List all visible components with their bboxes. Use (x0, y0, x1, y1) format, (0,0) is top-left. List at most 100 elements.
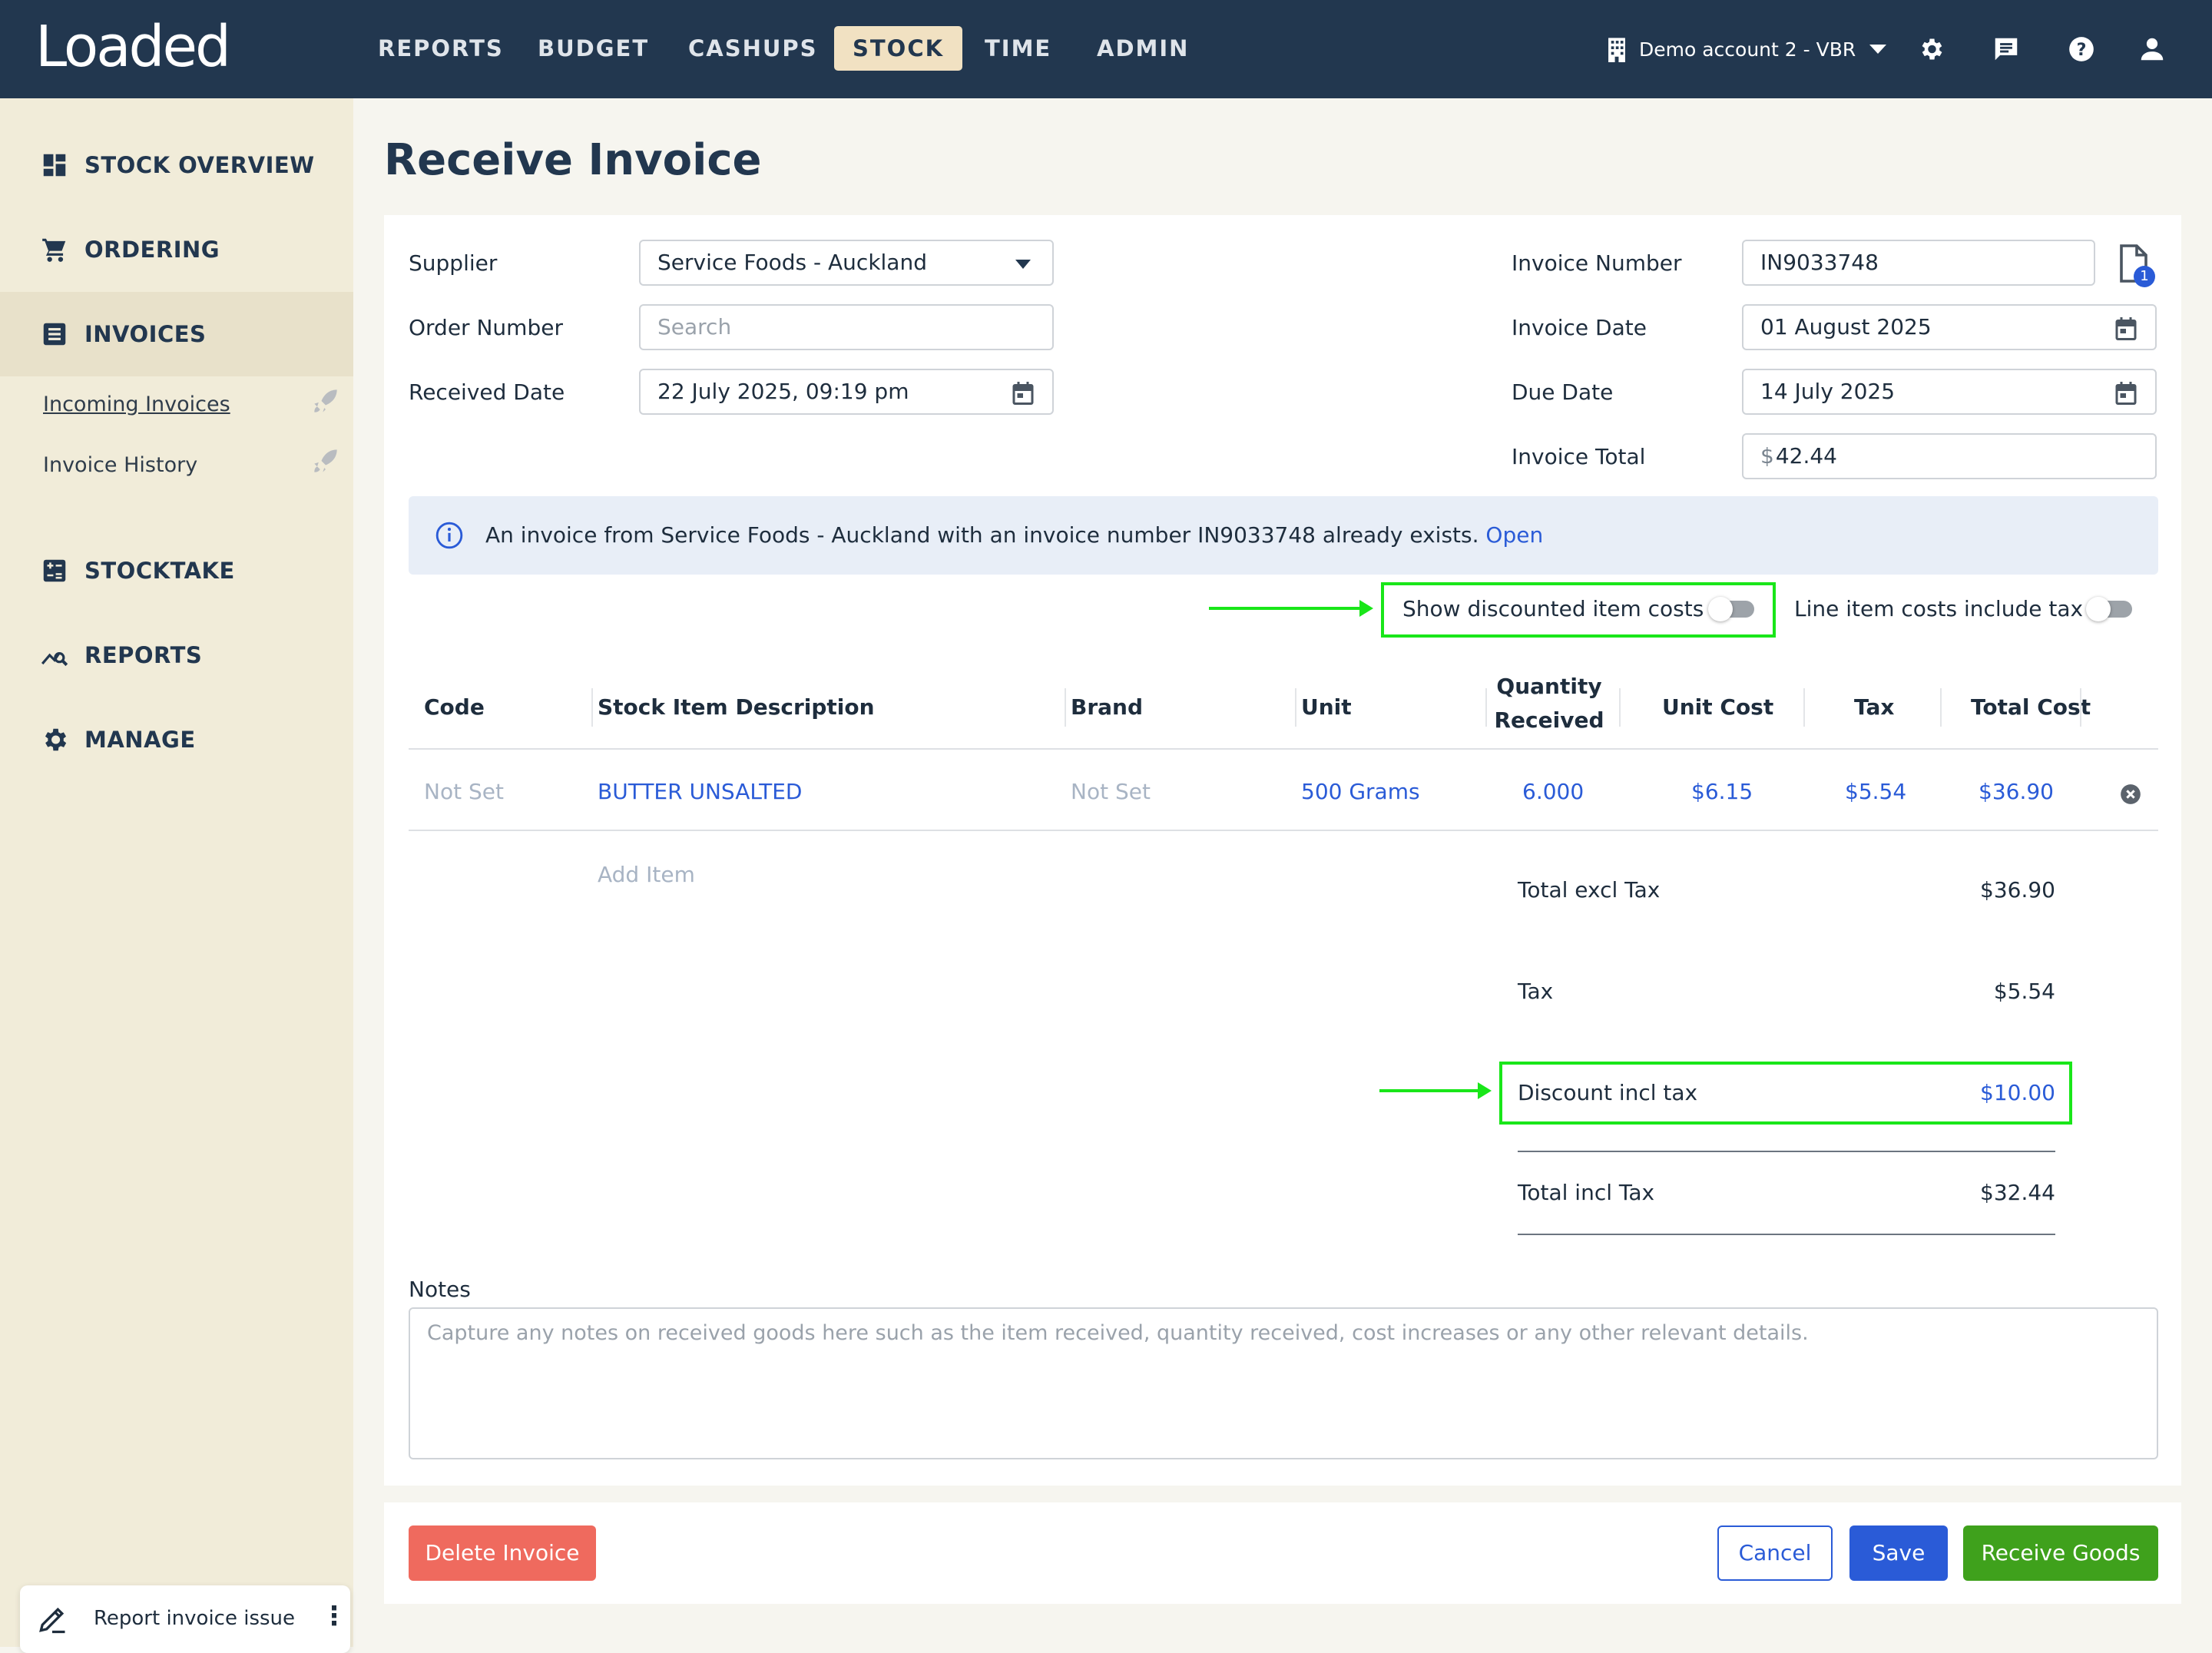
sidebar-subitem-incoming-invoices[interactable]: Incoming Invoices (43, 393, 230, 416)
column-divider (1065, 688, 1066, 727)
nav-cashups[interactable]: CASHUPS (670, 26, 836, 71)
dashboard-icon (43, 154, 66, 177)
row-code[interactable]: Not Set (424, 779, 504, 804)
row-unit-cost[interactable]: $6.15 (1691, 779, 1753, 804)
sidebar-item-label: STOCK OVERVIEW (84, 152, 315, 178)
chat-icon[interactable] (1988, 31, 2025, 68)
nav-admin[interactable]: ADMIN (1078, 26, 1207, 71)
gear-icon[interactable] (1912, 31, 1949, 68)
toggle-knob (2086, 597, 2111, 621)
invoice-list-icon (43, 323, 66, 346)
invoice-number-input[interactable]: IN9033748 (1742, 240, 2095, 286)
column-header-description: Stock Item Description (598, 694, 875, 720)
sidebar-item-label: MANAGE (84, 727, 196, 753)
discount-incl-tax-value[interactable]: $10.00 (1905, 1080, 2055, 1105)
row-quantity[interactable]: 6.000 (1522, 779, 1584, 804)
sidebar-item-reports[interactable]: REPORTS (0, 613, 353, 697)
total-excl-tax-value: $36.90 (1980, 877, 2055, 903)
row-tax[interactable]: $5.54 (1845, 779, 1906, 804)
sidebar-item-label: INVOICES (84, 321, 207, 347)
row-brand[interactable]: Not Set (1071, 779, 1151, 804)
rocket-icon (314, 449, 337, 472)
account-switcher[interactable]: Demo account 2 - VBR (1605, 32, 1888, 66)
column-header-total-cost: Total Cost (1971, 694, 2091, 720)
chevron-down-icon (1015, 260, 1031, 269)
cart-icon (42, 238, 66, 262)
calendar-icon[interactable] (2112, 315, 2140, 343)
sidebar-subitem-invoice-history[interactable]: Invoice History (43, 453, 197, 477)
banner-open-link[interactable]: Open (1485, 522, 1543, 548)
rocket-icon (314, 389, 337, 412)
sidebar-item-invoices[interactable]: INVOICES (0, 292, 353, 376)
nav-stock[interactable]: STOCK (834, 26, 963, 71)
calendar-icon[interactable] (2112, 379, 2140, 407)
invoice-total-value: 42.44 (1775, 443, 1837, 469)
app-logo[interactable]: Loaded (35, 14, 231, 80)
tax-label: Tax (1518, 979, 1554, 1004)
notes-textarea[interactable]: Capture any notes on received goods here… (409, 1307, 2158, 1459)
received-date-input[interactable]: 22 July 2025, 09:19 pm (639, 369, 1054, 415)
cancel-button[interactable]: Cancel (1717, 1525, 1833, 1581)
row-unit[interactable]: 500 Grams (1301, 779, 1420, 804)
sidebar-item-ordering[interactable]: ORDERING (0, 207, 353, 292)
user-icon[interactable] (2134, 31, 2171, 68)
report-invoice-issue-widget[interactable]: Report invoice issue ⋮ (20, 1585, 350, 1653)
column-header-tax: Tax (1854, 694, 1895, 720)
delete-invoice-button[interactable]: Delete Invoice (409, 1525, 596, 1581)
currency-symbol: $ (1760, 443, 1774, 469)
due-date-input[interactable]: 14 July 2025 (1742, 369, 2157, 415)
show-discounted-label: Show discounted item costs (1402, 596, 1704, 621)
invoice-total-input[interactable]: $42.44 (1742, 433, 2157, 479)
sidebar-item-stock-overview[interactable]: STOCK OVERVIEW (0, 123, 353, 207)
banner-text: An invoice from Service Foods - Auckland… (485, 522, 1479, 548)
received-date-label: Received Date (409, 379, 565, 405)
invoice-number-label: Invoice Number (1512, 250, 1682, 276)
annotation-arrow (1379, 1082, 1492, 1099)
supplier-select[interactable]: Service Foods - Auckland (639, 240, 1054, 286)
more-vert-icon[interactable]: ⋮ (321, 1601, 347, 1631)
page-title: Receive Invoice (384, 135, 762, 185)
calendar-icon[interactable] (1009, 379, 1037, 407)
show-discounted-toggle[interactable] (1708, 597, 1754, 621)
discount-incl-tax-label: Discount incl tax (1518, 1080, 1698, 1105)
report-invoice-issue-label: Report invoice issue (94, 1607, 296, 1630)
save-button[interactable]: Save (1849, 1525, 1948, 1581)
remove-row-icon[interactable] (2120, 783, 2141, 805)
chevron-down-icon (1869, 45, 1887, 54)
svg-text:?: ? (2077, 40, 2087, 60)
include-tax-label: Line item costs include tax (1794, 596, 2084, 621)
include-tax-toggle[interactable] (2086, 597, 2132, 621)
sidebar-item-manage[interactable]: MANAGE (0, 697, 353, 782)
attachment-count-badge: 1 (2134, 266, 2155, 287)
column-divider (591, 688, 593, 727)
row-total-cost[interactable]: $36.90 (1979, 779, 2054, 804)
column-divider (2080, 688, 2081, 727)
received-date-value: 22 July 2025, 09:19 pm (657, 379, 909, 404)
column-header-unit: Unit (1301, 694, 1352, 720)
sidebar-item-stocktake[interactable]: STOCKTAKE (0, 528, 353, 613)
nav-budget[interactable]: BUDGET (519, 26, 667, 71)
order-number-search-input[interactable]: Search (639, 304, 1054, 350)
nav-time[interactable]: TIME (966, 26, 1070, 71)
duplicate-invoice-banner: An invoice from Service Foods - Auckland… (409, 496, 2158, 575)
attachment-button[interactable]: 1 (2118, 244, 2155, 287)
help-icon[interactable]: ? (2063, 31, 2100, 68)
column-header-quantity-received: Quantity Received (1490, 670, 1608, 737)
invoice-date-input[interactable]: 01 August 2025 (1742, 304, 2157, 350)
column-header-unit-cost: Unit Cost (1662, 694, 1774, 720)
order-number-label: Order Number (409, 315, 563, 340)
summary-divider (1518, 1151, 2055, 1152)
column-header-brand: Brand (1071, 694, 1144, 720)
info-icon (435, 522, 463, 549)
summary-divider (1518, 1234, 2055, 1235)
receive-goods-button[interactable]: Receive Goods (1963, 1525, 2158, 1581)
annotation-arrow (1209, 600, 1373, 617)
column-divider (1940, 688, 1942, 727)
row-description[interactable]: BUTTER UNSALTED (598, 779, 802, 804)
total-excl-tax-label: Total excl Tax (1518, 877, 1661, 903)
nav-reports[interactable]: REPORTS (359, 26, 522, 71)
column-divider (1619, 688, 1621, 727)
total-incl-tax-label: Total incl Tax (1518, 1180, 1655, 1205)
add-item-link[interactable]: Add Item (598, 862, 695, 887)
supplier-label: Supplier (409, 250, 498, 276)
